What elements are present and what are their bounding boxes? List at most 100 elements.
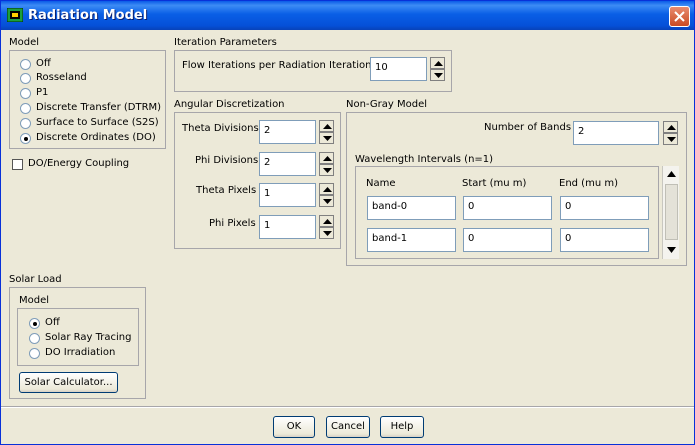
spin-up-button[interactable] [663,121,678,133]
band-1-end-input[interactable]: 0 [560,228,649,252]
do-energy-coupling-label: DO/Energy Coupling [28,158,130,169]
arrow-up-icon [323,124,332,129]
col-header-start: Start (mu m) [462,178,527,189]
solar-load-label: Solar Load [9,274,62,285]
arrow-down-icon [323,231,332,236]
col-header-name: Name [366,178,396,189]
scroll-down-button[interactable] [665,243,678,256]
arrow-down-icon [667,137,676,142]
solar-load-group: Model Off Solar Ray Tracing DO Irradiati… [9,287,146,399]
radio-s2s-label: Surface to Surface (S2S) [36,117,159,128]
arrow-down-icon [323,199,332,204]
band-1-start-input[interactable]: 0 [463,228,552,252]
intervals-scrollbar[interactable] [662,166,679,259]
number-of-bands-label: Number of Bands [484,122,572,133]
band-0-name-input[interactable]: band-0 [367,196,456,220]
spin-up-button[interactable] [430,57,445,69]
radio-do[interactable] [20,133,31,144]
solar-model-label: Model [19,295,50,306]
flow-iterations-spinner[interactable] [430,57,445,81]
window-title: Radiation Model [28,8,148,23]
arrow-down-icon [667,247,676,253]
phi-pixels-label: Phi Pixels [209,218,256,229]
arrow-down-icon [323,168,332,173]
arrow-up-icon [323,187,332,192]
theta-divisions-label: Theta Divisions [182,123,259,134]
app-icon [6,7,24,23]
spin-down-button[interactable] [319,227,334,239]
number-of-bands-spinner[interactable] [663,121,678,145]
band-1-name-input[interactable]: band-1 [367,228,456,252]
model-group-label: Model [9,37,40,48]
theta-divisions-input[interactable]: 2 [259,120,316,144]
bottom-divider [1,406,694,408]
theta-pixels-spinner[interactable] [319,183,334,207]
ok-button[interactable]: OK [273,416,315,438]
phi-divisions-spinner[interactable] [319,152,334,176]
theta-pixels-input[interactable]: 1 [259,183,316,207]
solar-radio-ray-tracing[interactable] [29,333,40,344]
radio-dtrm[interactable] [20,103,31,114]
solar-radio-do-irradiation-label: DO Irradiation [45,347,116,358]
phi-pixels-spinner[interactable] [319,215,334,239]
iteration-group: Flow Iterations per Radiation Iteration … [174,50,452,92]
spin-down-button[interactable] [319,195,334,207]
spin-up-button[interactable] [319,120,334,132]
spin-down-button[interactable] [663,133,678,145]
number-of-bands-input[interactable]: 2 [573,121,659,145]
spin-up-button[interactable] [319,183,334,195]
scroll-thumb[interactable] [665,184,678,240]
col-header-end: End (mu m) [559,178,618,189]
spin-up-button[interactable] [319,152,334,164]
band-0-end-input[interactable]: 0 [560,196,649,220]
radio-rosseland-label: Rosseland [36,72,87,83]
radio-rosseland[interactable] [20,73,31,84]
solar-radio-off[interactable] [29,318,40,329]
model-group: Off Rosseland P1 Discrete Transfer (DTRM… [9,50,166,149]
phi-divisions-input[interactable]: 2 [259,152,316,176]
title-bar[interactable]: Radiation Model [1,1,694,30]
radio-p1[interactable] [20,88,31,99]
theta-pixels-label: Theta Pixels [196,185,257,196]
angular-group: Theta Divisions 2 Phi Divisions 2 Theta … [174,112,341,249]
radiation-model-dialog: Radiation Model Model Off Rosseland P1 D… [0,0,695,445]
iteration-group-label: Iteration Parameters [174,37,277,48]
arrow-down-icon [323,136,332,141]
arrow-up-icon [667,125,676,130]
phi-divisions-label: Phi Divisions [195,155,259,166]
spin-down-button[interactable] [319,164,334,176]
solar-radio-off-label: Off [45,317,60,328]
solar-radio-do-irradiation[interactable] [29,348,40,359]
flow-iterations-input[interactable]: 10 [370,57,427,81]
solar-calculator-button[interactable]: Solar Calculator... [19,372,118,393]
angular-group-label: Angular Discretization [174,99,285,110]
solar-radio-ray-tracing-label: Solar Ray Tracing [45,332,132,343]
wavelength-intervals-label: Wavelength Intervals (n=1) [355,154,494,165]
help-button[interactable]: Help [380,416,424,438]
cancel-button[interactable]: Cancel [326,416,370,438]
solar-model-group: Off Solar Ray Tracing DO Irradiation [17,308,139,366]
spin-down-button[interactable] [319,132,334,144]
theta-divisions-spinner[interactable] [319,120,334,144]
arrow-up-icon [323,219,332,224]
spin-up-button[interactable] [319,215,334,227]
spin-down-button[interactable] [430,69,445,81]
arrow-up-icon [323,156,332,161]
radio-off[interactable] [20,59,31,70]
scroll-up-button[interactable] [665,168,678,181]
do-energy-coupling-checkbox[interactable] [12,159,23,170]
radio-s2s[interactable] [20,118,31,129]
radio-dtrm-label: Discrete Transfer (DTRM) [36,102,162,113]
radio-p1-label: P1 [36,87,49,98]
flow-iterations-label: Flow Iterations per Radiation Iteration [182,60,372,71]
nongray-group-label: Non-Gray Model [346,99,428,110]
nongray-group: Number of Bands 2 Wavelength Intervals (… [346,112,687,266]
band-0-start-input[interactable]: 0 [463,196,552,220]
phi-pixels-input[interactable]: 1 [259,215,316,239]
arrow-up-icon [434,61,443,66]
radio-do-label: Discrete Ordinates (DO) [36,132,156,143]
close-button[interactable] [669,6,690,27]
arrow-up-icon [667,171,676,177]
close-icon [674,11,685,22]
wavelength-intervals-table: Name Start (mu m) End (mu m) band-0 0 0 … [355,166,659,259]
